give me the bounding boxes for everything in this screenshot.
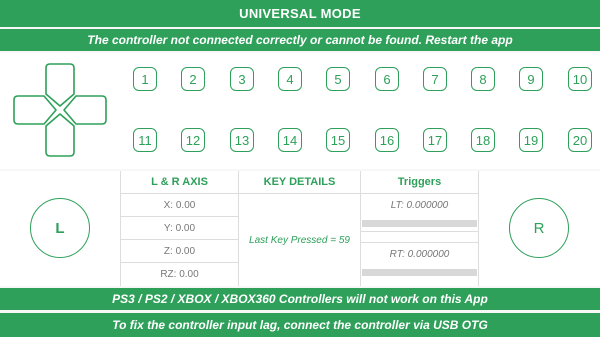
right-stick-label: R (533, 219, 545, 237)
controller-button-19[interactable]: 19 (519, 128, 543, 152)
controller-button-5[interactable]: 5 (326, 67, 350, 91)
left-stick-label: L (55, 219, 65, 237)
triggers-header: Triggers (397, 176, 442, 188)
key-details-column: KEY DETAILS Last Key Pressed = 59 (239, 171, 360, 286)
error-message: The controller not connected correctly o… (87, 33, 513, 47)
otg-tip: To fix the controller input lag, connect… (0, 313, 600, 337)
controller-button-4[interactable]: 4 (278, 67, 302, 91)
controller-button-9[interactable]: 9 (519, 67, 543, 91)
key-details-header: KEY DETAILS (263, 176, 336, 188)
controller-button-1[interactable]: 1 (133, 67, 157, 91)
rt-value: RT: 0.000000 (361, 242, 478, 265)
axis-header: L & R AXIS (151, 176, 208, 188)
app-title: UNIVERSAL MODE (239, 6, 361, 21)
rt-meter (362, 269, 477, 276)
controller-button-8[interactable]: 8 (471, 67, 495, 91)
controller-button-13[interactable]: 13 (230, 128, 254, 152)
status-panel: L L & R AXIS X: 0.00 Y: 0.00 Z: 0.00 RZ:… (0, 171, 600, 286)
controller-button-2[interactable]: 2 (181, 67, 205, 91)
controller-button-15[interactable]: 15 (326, 128, 350, 152)
controller-button-14[interactable]: 14 (278, 128, 302, 152)
axis-x-value: X: 0.00 (121, 193, 238, 216)
title-bar: UNIVERSAL MODE (0, 0, 600, 27)
axis-z-value: Z: 0.00 (121, 239, 238, 262)
controller-button-17[interactable]: 17 (423, 128, 447, 152)
left-stick-indicator: L (30, 198, 90, 258)
error-banner: The controller not connected correctly o… (0, 29, 600, 51)
axis-y-value: Y: 0.00 (121, 216, 238, 239)
last-key-pressed: Last Key Pressed = 59 (239, 193, 360, 286)
controller-button-6[interactable]: 6 (375, 67, 399, 91)
controller-button-7[interactable]: 7 (423, 67, 447, 91)
lt-value: LT: 0.000000 (361, 193, 478, 216)
controller-button-20[interactable]: 20 (568, 128, 592, 152)
warning-text: PS3 / PS2 / XBOX / XBOX360 Controllers w… (112, 292, 488, 306)
controller-button-18[interactable]: 18 (471, 128, 495, 152)
compatibility-warning: PS3 / PS2 / XBOX / XBOX360 Controllers w… (0, 288, 600, 310)
controller-button-3[interactable]: 3 (230, 67, 254, 91)
controller-button-12[interactable]: 12 (181, 128, 205, 152)
lt-meter (362, 220, 477, 227)
controller-button-11[interactable]: 11 (133, 128, 157, 152)
axis-column: L & R AXIS X: 0.00 Y: 0.00 Z: 0.00 RZ: 0… (120, 171, 239, 286)
tip-text: To fix the controller input lag, connect… (112, 318, 488, 332)
controller-button-16[interactable]: 16 (375, 128, 399, 152)
dpad-icon[interactable] (10, 60, 110, 160)
triggers-column: Triggers LT: 0.000000 RT: 0.000000 (360, 171, 479, 286)
controller-button-10[interactable]: 10 (568, 67, 592, 91)
right-stick-indicator: R (509, 198, 569, 258)
button-panel: 1 2 3 4 5 6 7 8 9 10 11 12 13 14 15 16 17 18 19 20 (0, 53, 600, 169)
trigger-divider (361, 231, 478, 242)
axis-rz-value: RZ: 0.00 (121, 262, 238, 285)
